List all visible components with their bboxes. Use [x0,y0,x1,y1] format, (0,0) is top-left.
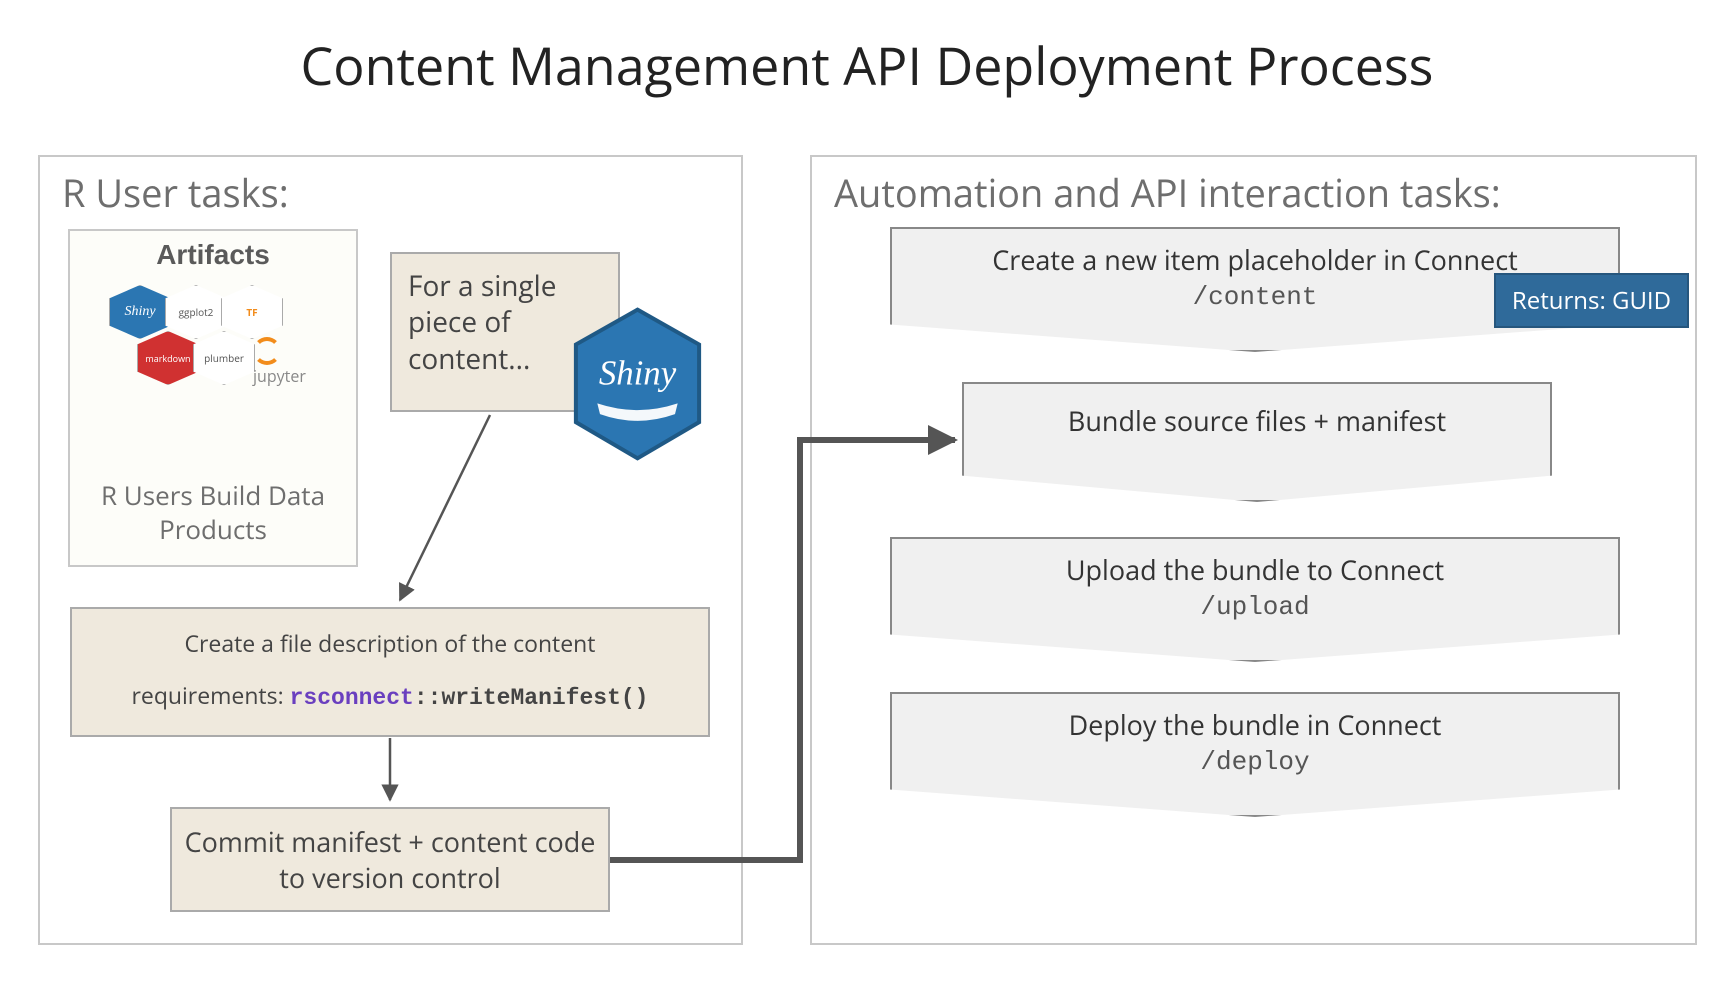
step-bundle: Bundle source files + manifest [962,382,1552,502]
step-upload: Upload the bundle to Connect /upload [890,537,1620,662]
shiny-icon: Shiny [109,285,171,339]
markdown-icon: markdown [137,331,199,385]
artifacts-hex-cluster: Shiny ggplot2 TF markdown plumber jupyte… [93,281,333,421]
artifacts-title: Artifacts [70,239,356,271]
panel-left-heading: R User tasks: [62,167,289,219]
artifacts-caption: R Users Build Data Products [70,479,356,547]
step-label: Bundle source files + manifest [964,402,1550,439]
step-deploy: Deploy the bundle in Connect /deploy [890,692,1620,817]
shiny-hex-icon: Shiny [570,307,705,461]
panel-r-user-tasks: R User tasks: Artifacts Shiny ggplot2 TF… [38,155,743,945]
manifest-box: Create a file description of the content… [70,607,710,737]
tensorflow-icon: TF [221,285,283,339]
svg-text:Shiny: Shiny [599,354,677,393]
step-label: Deploy the bundle in Connect [892,706,1618,743]
ggplot-icon: ggplot2 [165,285,227,339]
step-label: Upload the bundle to Connect [892,551,1618,588]
step-endpoint: /deploy [892,747,1618,777]
commit-box: Commit manifest + content code to versio… [170,807,610,912]
page-title: Content Management API Deployment Proces… [0,30,1734,101]
manifest-line1: Create a file description of the content [72,627,708,659]
panel-right-heading: Automation and API interaction tasks: [834,167,1501,219]
manifest-requirements: requirements: rsconnect::writeManifest() [72,679,708,711]
jupyter-icon: jupyter [253,337,333,387]
plumber-icon: plumber [193,331,255,385]
returns-guid-badge: Returns: GUID [1494,273,1689,328]
panel-automation-tasks: Automation and API interaction tasks: Cr… [810,155,1697,945]
step-endpoint: /upload [892,592,1618,622]
artifacts-card: Artifacts Shiny ggplot2 TF markdown plum… [68,229,358,567]
